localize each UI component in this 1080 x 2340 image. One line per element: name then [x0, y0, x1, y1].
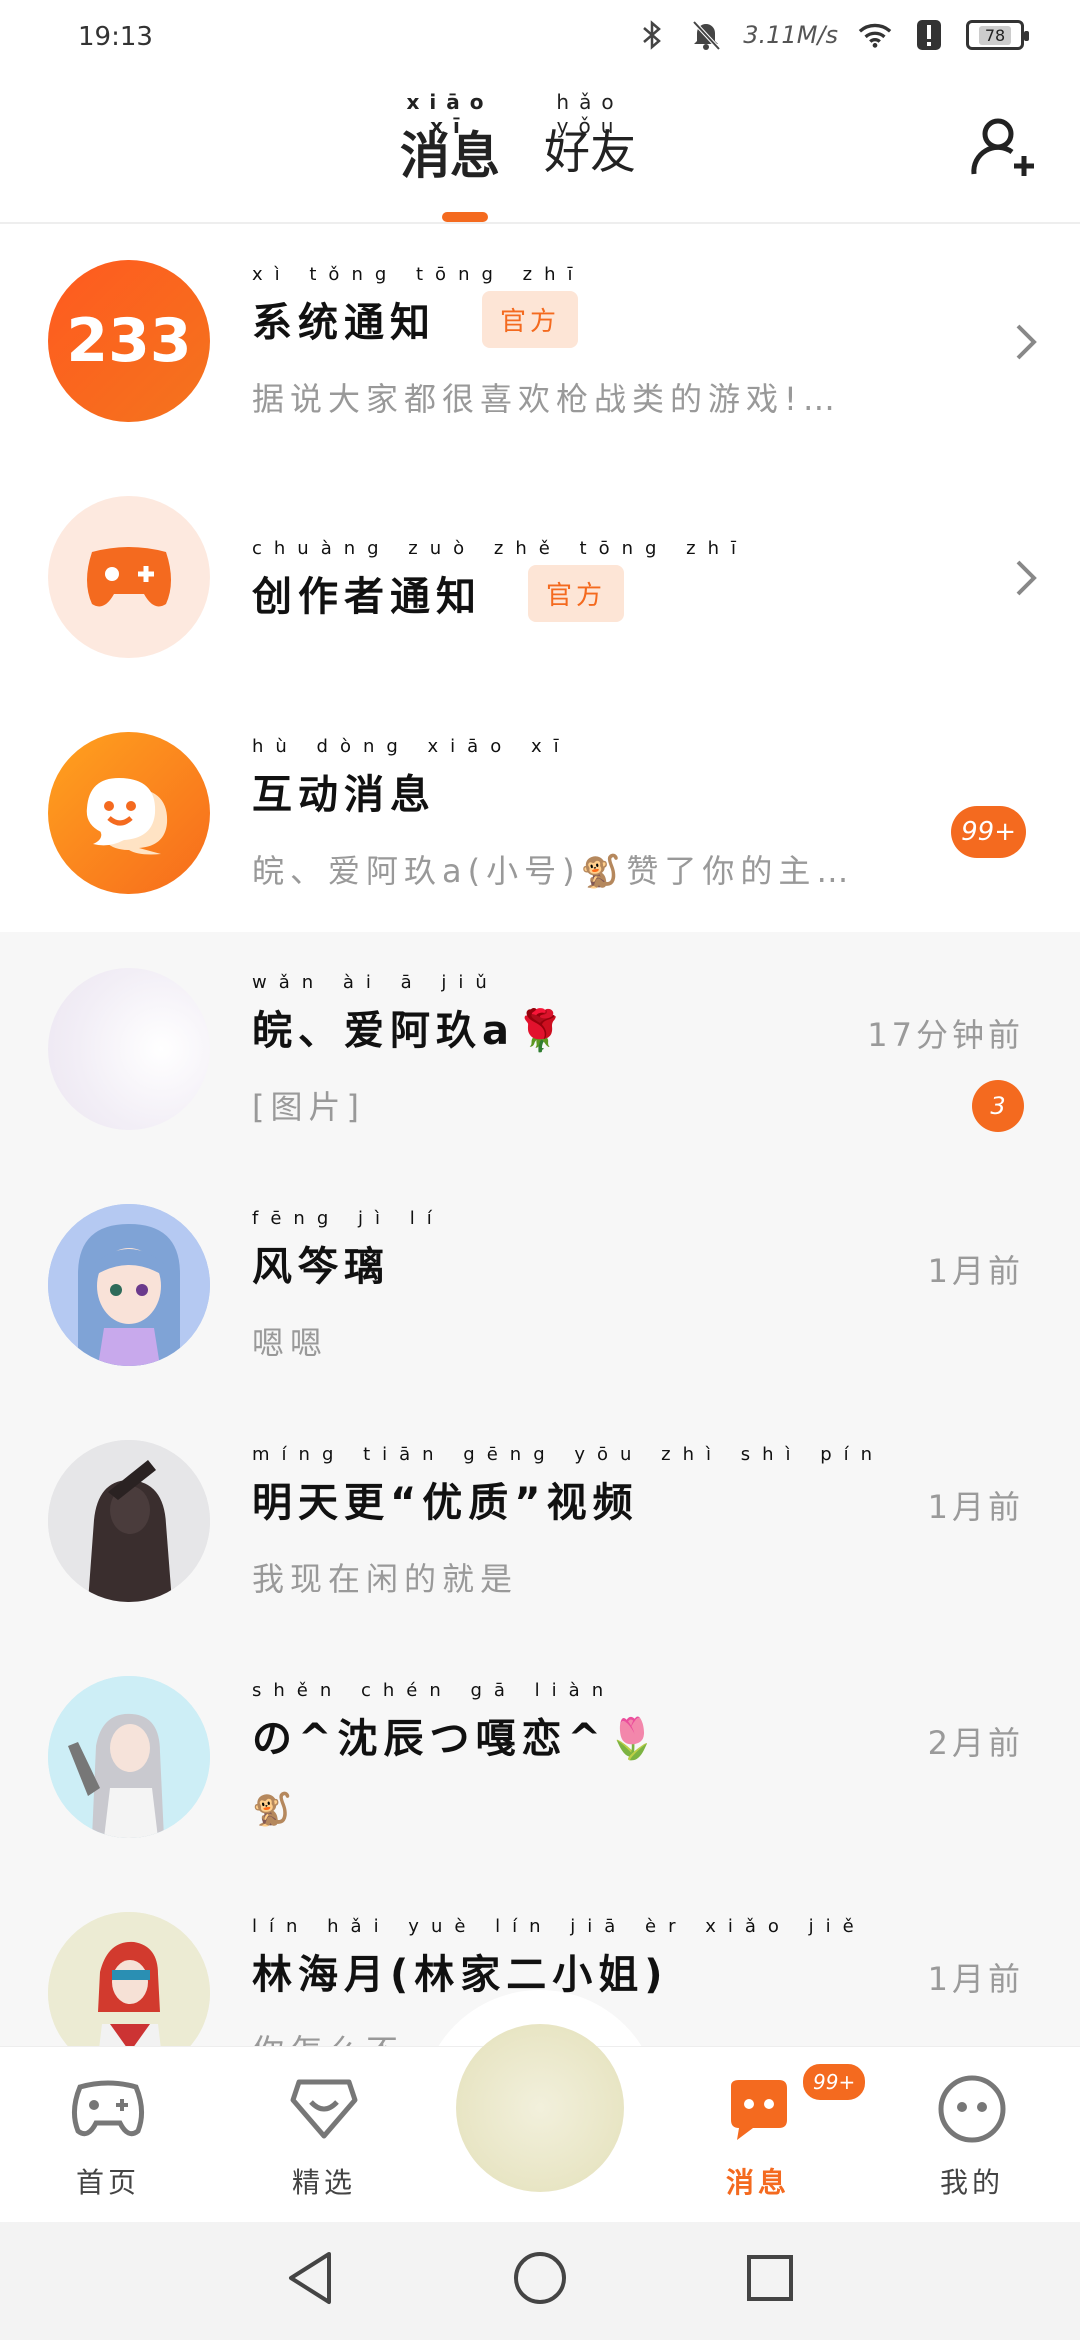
nav-item-featured[interactable]: 精选 — [254, 2069, 394, 2201]
name-pinyin: fēng jì lí — [252, 1208, 444, 1229]
conversation-row[interactable]: wǎn ài ā jiǔ 皖、爱阿玖a🌹 [图片] 17分钟前 3 — [0, 932, 1080, 1168]
chevron-right-icon — [1012, 556, 1042, 600]
message-preview: 据说大家都很喜欢枪战类的游戏!… — [252, 380, 841, 418]
tab-pinyin: xiāo xī — [406, 90, 494, 138]
avatar-chat-bubble — [48, 732, 210, 894]
message-time: 1月前 — [927, 1488, 1024, 1526]
gamepad-plus-icon — [87, 547, 171, 607]
tab-friends[interactable]: hǎo yǒu 好友 — [544, 90, 636, 188]
chat-bubble-icon — [86, 778, 168, 855]
message-preview: 嗯嗯 — [252, 1324, 329, 1362]
back-icon[interactable] — [280, 2248, 340, 2308]
name-pinyin: xì tǒng tōng zhī — [252, 264, 585, 285]
logo-233-text: 233 — [66, 306, 192, 376]
conversation-name: lín hǎi yuè lín jiā èr xiǎo jiě 林海月(林家二小… — [252, 1916, 854, 2000]
message-icon: 99+ — [718, 2061, 869, 2149]
unread-count-badge: 3 — [972, 1080, 1024, 1132]
battery-level: 78 — [978, 25, 1012, 45]
nav-center-button[interactable] — [456, 2024, 624, 2192]
nav-label: 我的 — [939, 2166, 1004, 2199]
name-pinyin: chuàng zuò zhě tōng zhī — [252, 538, 749, 559]
official-badge: 官方 — [482, 290, 579, 348]
add-friend-icon[interactable] — [968, 112, 1038, 182]
nav-item-home[interactable]: 首页 — [38, 2069, 178, 2201]
heart-box-icon — [284, 2069, 364, 2149]
system-nav-bar — [0, 2222, 1080, 2340]
avatar — [48, 968, 210, 1130]
avatar — [48, 1204, 210, 1366]
name-text: 皖、爱阿玖a🌹 — [252, 1008, 571, 1054]
bluetooth-icon — [635, 18, 669, 52]
nav-item-me[interactable]: 我的 — [902, 2069, 1042, 2201]
conversation-name: míng tiān gēng yōu zhì shì pín 明天更“优质”视频 — [252, 1444, 872, 1528]
gamepad-icon — [68, 2069, 148, 2149]
nav-label: 首页 — [75, 2166, 140, 2199]
nav-unread-badge: 99+ — [800, 2061, 869, 2103]
conversation-row-creator-notice[interactable]: chuàng zuò zhě tōng zhī 创作者通知 官方 — [0, 460, 1080, 696]
face-icon — [932, 2069, 1012, 2149]
alert-icon — [912, 18, 946, 52]
net-speed: 3.11M/s — [743, 21, 838, 49]
conversation-name: xì tǒng tōng zhī 系统通知 官方 — [252, 264, 579, 348]
header-tabs: xiāo xī 消息 hǎo yǒu 好友 — [400, 90, 636, 188]
conversation-row-interaction[interactable]: hù dòng xiāo xī 互动消息 皖、爱阿玖a(小号)🐒赞了你的主… 9… — [0, 696, 1080, 932]
conversation-name: fēng jì lí 风笒璃 — [252, 1208, 432, 1292]
avatar — [48, 1676, 210, 1838]
tab-messages[interactable]: xiāo xī 消息 — [400, 90, 500, 188]
name-pinyin: hù dòng xiāo xī — [252, 736, 571, 757]
status-icons: 3.11M/s 78 — [635, 18, 1029, 52]
nav-label: 消息 — [725, 2166, 790, 2199]
conversation-name: shěn chén gā liàn の^沈辰つ嘎恋^🌷 — [252, 1680, 663, 1764]
message-preview: [图片] — [252, 1088, 365, 1126]
conversation-row[interactable]: míng tiān gēng yōu zhì shì pín 明天更“优质”视频… — [0, 1404, 1080, 1640]
name-pinyin: wǎn ài ā jiǔ — [252, 972, 499, 993]
message-preview: 🐒 — [252, 1790, 298, 1828]
official-badge: 官方 — [528, 564, 625, 622]
mute-bell-icon — [689, 18, 723, 52]
message-time: 17分钟前 — [867, 1016, 1024, 1054]
name-text: 风笒璃 — [252, 1244, 390, 1290]
battery-indicator: 78 — [966, 20, 1029, 50]
message-time: 1月前 — [927, 1252, 1024, 1290]
anime-avatar-icon — [48, 1204, 210, 1366]
conversation-name: chuàng zuò zhě tōng zhī 创作者通知 官方 — [252, 538, 736, 622]
name-text: 林海月(林家二小姐) — [252, 1952, 669, 1998]
avatar — [48, 1440, 210, 1602]
conversation-row[interactable]: fēng jì lí 风笒璃 嗯嗯 1月前 — [0, 1168, 1080, 1404]
message-preview: 皖、爱阿玖a(小号)🐒赞了你的主… — [252, 852, 855, 890]
name-text: 互动消息 — [252, 772, 436, 818]
unread-count-badge: 99+ — [951, 806, 1026, 858]
avatar-233-logo: 233 — [48, 260, 210, 422]
message-time: 1月前 — [927, 1960, 1024, 1998]
conversation-list: 233 xì tǒng tōng zhī 系统通知 官方 据说大家都很喜欢枪战类… — [0, 224, 1080, 2112]
anime-avatar-icon — [48, 1676, 210, 1838]
status-bar: 19:13 3.11M/s 78 — [0, 0, 1080, 76]
name-text: 创作者通知 — [252, 574, 482, 620]
conversation-row[interactable]: shěn chén gā liàn の^沈辰つ嘎恋^🌷 🐒 2月前 — [0, 1640, 1080, 1876]
name-text: の^沈辰つ嘎恋^🌷 — [252, 1716, 663, 1762]
conversation-row-system-notice[interactable]: 233 xì tǒng tōng zhī 系统通知 官方 据说大家都很喜欢枪战类… — [0, 224, 1080, 460]
status-time: 19:13 — [78, 22, 153, 52]
anime-avatar-icon — [48, 1440, 210, 1602]
chevron-right-icon — [1012, 320, 1042, 364]
header: xiāo xī 消息 hǎo yǒu 好友 — [0, 76, 1080, 224]
avatar-gamepad — [48, 496, 210, 658]
tab-pinyin: hǎo yǒu — [556, 90, 624, 138]
wifi-icon — [858, 18, 892, 52]
conversation-name: wǎn ài ā jiǔ 皖、爱阿玖a🌹 — [252, 972, 571, 1056]
conversation-name: hù dòng xiāo xī 互动消息 — [252, 736, 559, 820]
nav-item-messages[interactable]: 99+ 消息 — [688, 2061, 869, 2201]
message-time: 2月前 — [927, 1724, 1024, 1762]
name-pinyin: lín hǎi yuè lín jiā èr xiǎo jiě — [252, 1916, 866, 1937]
name-pinyin: míng tiān gēng yōu zhì shì pín — [252, 1444, 885, 1465]
name-text: 明天更“优质”视频 — [252, 1480, 639, 1526]
message-preview: 我现在闲的就是 — [252, 1560, 519, 1598]
name-pinyin: shěn chén gā liàn — [252, 1680, 616, 1701]
home-icon[interactable] — [510, 2248, 570, 2308]
nav-label: 精选 — [291, 2166, 356, 2199]
recents-icon[interactable] — [740, 2248, 800, 2308]
active-tab-indicator — [442, 212, 488, 222]
name-text: 系统通知 — [252, 300, 436, 346]
